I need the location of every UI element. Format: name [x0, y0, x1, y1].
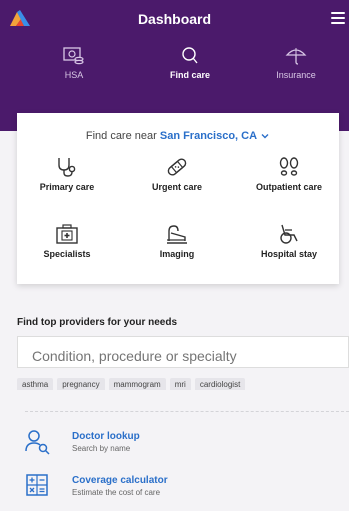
category-hospital-stay[interactable]: Hospital stay [239, 223, 339, 259]
nav-tab-hsa[interactable]: HSA [34, 46, 114, 80]
nav-tab-insurance[interactable]: Insurance [256, 46, 336, 80]
category-primary-care[interactable]: Primary care [17, 156, 117, 192]
page-title: Dashboard [137, 11, 212, 27]
doctor-search-icon [25, 430, 50, 455]
tool-subtitle: Search by name [72, 444, 131, 453]
scanner-icon [167, 225, 187, 244]
first-aid-kit-icon [56, 224, 78, 244]
search-icon [182, 47, 198, 64]
calculator-icon [26, 474, 48, 496]
condition-search-input[interactable] [17, 336, 349, 368]
hamburger-menu-icon[interactable] [331, 12, 345, 26]
suggestion-tags: asthma pregnancy mammogram mri cardiologist [17, 374, 349, 390]
tag-mammogram[interactable]: mammogram [108, 378, 166, 390]
tool-title: Coverage calculator [72, 475, 168, 486]
category-outpatient-care[interactable]: Outpatient care [239, 156, 339, 192]
category-label: Outpatient care [255, 182, 322, 192]
category-imaging[interactable]: Imaging [127, 223, 227, 259]
chevron-down-icon [261, 133, 269, 139]
section-divider [25, 411, 349, 412]
category-specialists[interactable]: Specialists [17, 223, 117, 259]
nav-tab-label: Insurance [276, 70, 316, 80]
category-label: Imaging [159, 249, 195, 259]
nav-tab-find-care[interactable]: Find care [150, 46, 230, 80]
coverage-calculator-link[interactable]: Coverage calculator Estimate the cost of… [25, 473, 325, 503]
app-header: Dashboard HSA Find care Insurance [0, 0, 349, 131]
tool-title: Doctor lookup [72, 431, 140, 442]
location-selector[interactable]: Find care near San Francisco, CA [17, 130, 339, 142]
doctor-lookup-link[interactable]: Doctor lookup Search by name [25, 429, 325, 459]
providers-heading: Find top providers for your needs [17, 317, 178, 328]
tag-cardiologist[interactable]: cardiologist [194, 378, 246, 390]
tag-pregnancy[interactable]: pregnancy [57, 378, 105, 390]
category-label: Urgent care [151, 182, 203, 192]
stethoscope-icon [58, 158, 76, 177]
footprints-icon [279, 157, 299, 176]
umbrella-icon [285, 48, 307, 65]
tag-mri[interactable]: mri [169, 378, 191, 390]
category-label: Primary care [39, 182, 95, 192]
hsa-icon [63, 47, 84, 65]
tag-asthma[interactable]: asthma [17, 378, 54, 390]
location-prefix: Find care near [85, 130, 157, 142]
wheelchair-icon [280, 224, 298, 244]
tool-subtitle: Estimate the cost of care [72, 488, 161, 497]
category-label: Hospital stay [260, 249, 318, 259]
nav-tab-label: HSA [64, 70, 84, 80]
location-city: San Francisco, CA [159, 130, 258, 142]
bandage-icon [167, 158, 187, 176]
nav-tab-label: Find care [169, 70, 210, 80]
category-label: Specialists [43, 249, 91, 259]
find-care-card: Find care near San Francisco, CA Primary… [17, 113, 339, 284]
category-urgent-care[interactable]: Urgent care [127, 156, 227, 192]
